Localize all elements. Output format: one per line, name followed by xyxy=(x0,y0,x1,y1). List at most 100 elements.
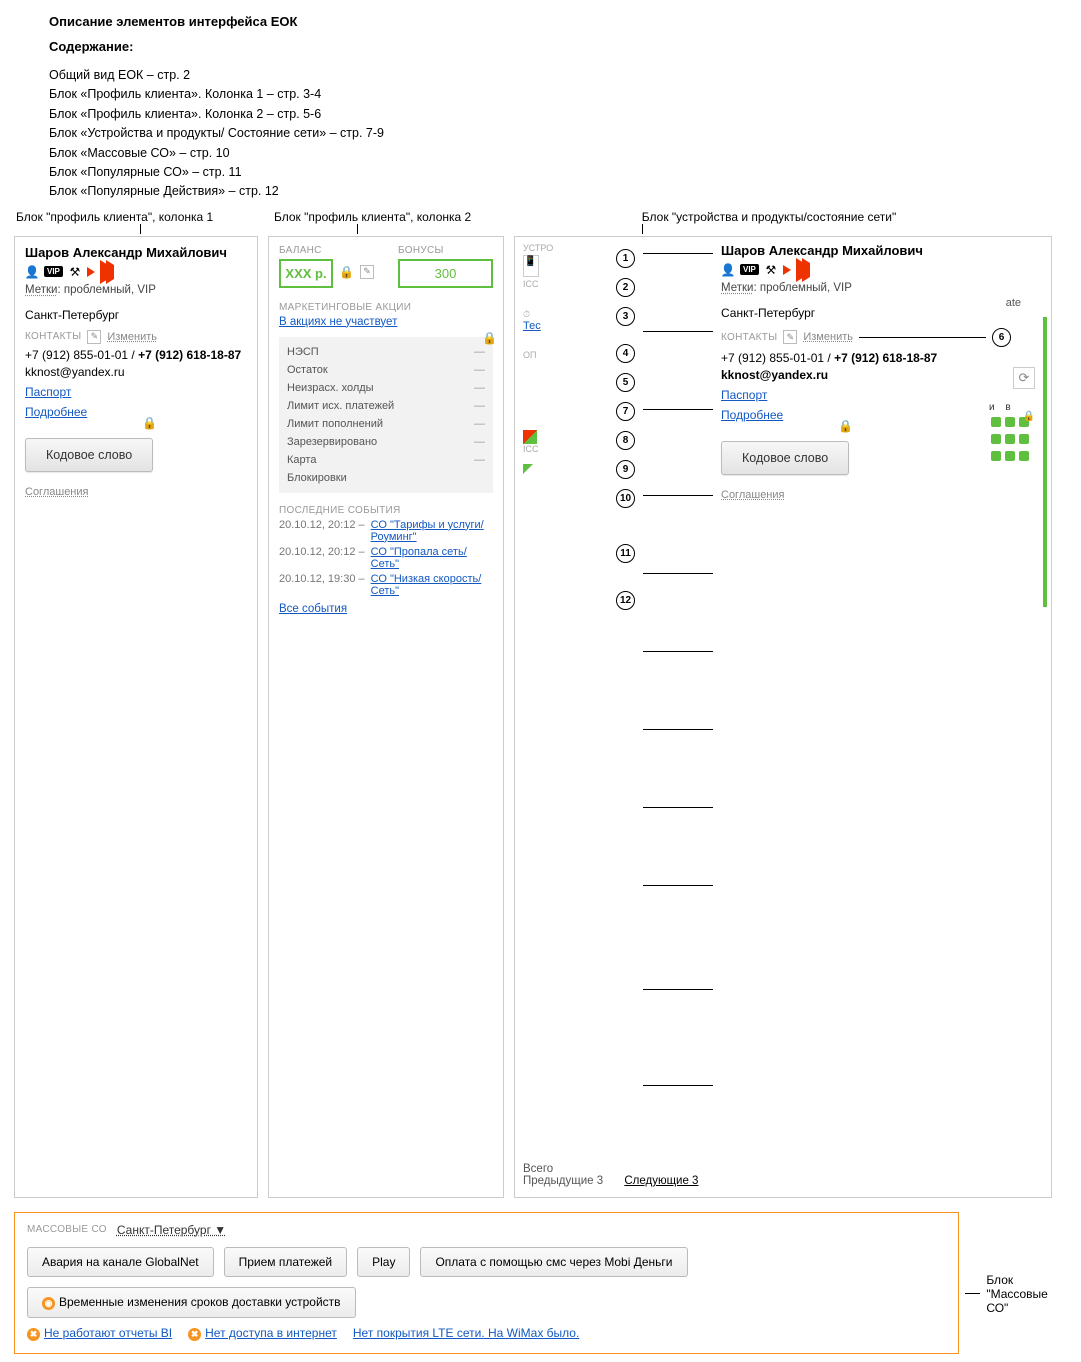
marker-1: 1 xyxy=(616,249,635,268)
toc-item: Блок «Профиль клиента». Колонка 1 – стр.… xyxy=(49,85,1067,104)
column-label-3: Блок "устройства и продукты/состояние се… xyxy=(524,210,924,224)
lock-icon: 🔒 xyxy=(339,265,354,279)
marker-3: 3 xyxy=(616,307,635,326)
mass-label: МАССОВЫЕ СО xyxy=(27,1224,107,1235)
client-city: Санкт-Петербург xyxy=(25,308,247,322)
mass-button[interactable]: ◉Временные изменения сроков доставки уст… xyxy=(27,1287,356,1318)
limit-row: НЭСП xyxy=(287,346,319,358)
vip-badge: VIP xyxy=(740,264,759,275)
edit-link[interactable]: Изменить xyxy=(107,331,157,343)
marker-2: 2 xyxy=(616,278,635,297)
limit-row: Блокировки xyxy=(287,472,347,484)
vip-badge: VIP xyxy=(44,266,63,277)
person-icon: 👤 xyxy=(25,266,39,278)
marker-5: 5 xyxy=(616,373,635,392)
client-email: kknost@yandex.ru xyxy=(25,365,247,379)
marketing-link[interactable]: В акциях не участвует xyxy=(279,316,397,328)
marker-7: 7 xyxy=(616,402,635,421)
forward-icon xyxy=(796,263,810,277)
edit-link[interactable]: Изменить xyxy=(803,331,853,343)
profile-card-col2: БАЛАНС XXX р. 🔒 ✎ БОНУСЫ 300 МАРКЕТИНГОВ… xyxy=(268,236,504,1198)
lock-icon: 🔒 xyxy=(482,331,497,345)
devices-card: ate ⟳ и в 🔒 УСТРО 📱 ICC ⏱ Тес ОП ICC xyxy=(514,236,1052,1198)
passport-link[interactable]: Паспорт xyxy=(25,385,71,399)
codeword-button[interactable]: Кодовое слово xyxy=(721,441,849,475)
mass-link[interactable]: Нет доступа в интернет xyxy=(205,1326,337,1340)
pencil-icon[interactable]: ✎ xyxy=(783,330,797,344)
warning-icon: ✖ xyxy=(188,1328,201,1341)
limits-box: 🔒 НЭСП— Остаток— Неизрасх. холды— Лимит … xyxy=(279,337,493,493)
mass-button[interactable]: Оплата с помощью смс через Mobi Деньги xyxy=(420,1247,687,1277)
marker-12: 12 xyxy=(616,591,635,610)
agreements-link[interactable]: Соглашения xyxy=(25,486,89,498)
status-grid: и в 🔒 xyxy=(989,402,1031,466)
toc-item: Блок «Популярные Действия» – стр. 12 xyxy=(49,182,1067,201)
limit-row: Лимит пополнений xyxy=(287,418,383,430)
mass-link[interactable]: Не работают отчеты BI xyxy=(44,1326,172,1340)
contents-heading: Содержание: xyxy=(49,39,1067,54)
play-icon xyxy=(87,267,95,277)
column-label-2: Блок "профиль клиента", колонка 2 xyxy=(274,210,524,224)
event-link[interactable]: СО "Тарифы и услуги/ Роуминг" xyxy=(371,519,493,543)
marker-9: 9 xyxy=(616,460,635,479)
icc-label-2: ICC xyxy=(523,444,593,454)
side-note-1: Блок xyxy=(986,1273,1067,1287)
ate-text: ate xyxy=(1006,297,1021,309)
bonus-label: БОНУСЫ xyxy=(398,245,493,256)
event-link[interactable]: СО "Пропала сеть/Сеть" xyxy=(371,546,493,570)
passport-link[interactable]: Паспорт xyxy=(721,388,767,402)
events-label: ПОСЛЕДНИЕ СОБЫТИЯ xyxy=(279,505,493,516)
pencil-icon[interactable]: ✎ xyxy=(87,330,101,344)
tags-value: проблемный, VIP xyxy=(760,282,852,294)
event-date: 20.10.12, 20:12 – xyxy=(279,519,365,543)
client-email-2: kknost@yandex.ru xyxy=(721,368,1011,382)
mass-button[interactable]: Прием платежей xyxy=(224,1247,347,1277)
mass-co-panel: МАССОВЫЕ СО Санкт-Петербург ▼ Авария на … xyxy=(14,1212,959,1354)
event-date: 20.10.12, 19:30 – xyxy=(279,573,365,597)
lock-icon: 🔒 xyxy=(838,419,853,433)
marker-4: 4 xyxy=(616,344,635,363)
mass-button[interactable]: Авария на канале GlobalNet xyxy=(27,1247,214,1277)
toc-item: Блок «Популярные СО» – стр. 11 xyxy=(49,163,1067,182)
contacts-label: КОНТАКТЫ xyxy=(25,331,81,342)
tags-value: проблемный, VIP xyxy=(64,284,156,296)
tags-label: Метки xyxy=(25,284,57,296)
tech-link[interactable]: Тес xyxy=(523,320,593,332)
event-link[interactable]: СО "Низкая скорость/Сеть" xyxy=(371,573,493,597)
doc-title: Описание элементов интерфейса ЕОК xyxy=(49,14,1067,29)
hammer-icon: ⚒ xyxy=(764,264,778,276)
marker-10: 10 xyxy=(616,489,635,508)
pencil-icon[interactable]: ✎ xyxy=(360,265,374,279)
client-city-2: Санкт-Петербург xyxy=(721,306,1011,320)
icc-label: ICC xyxy=(523,279,593,289)
agreements-link[interactable]: Соглашения xyxy=(721,489,785,501)
total-label: Всего xyxy=(523,1163,553,1175)
device-stub-column: УСТРО 📱 ICC ⏱ Тес ОП ICC xyxy=(523,243,593,1155)
phone-1: +7 (912) 855-01-01 / xyxy=(721,351,831,365)
more-link[interactable]: Подробнее xyxy=(25,405,87,419)
phone-2: +7 (912) 618-18-87 xyxy=(834,351,937,365)
refresh-button[interactable]: ⟳ xyxy=(1013,367,1035,389)
opl-label: ОП xyxy=(523,350,593,360)
mass-city-dropdown[interactable]: Санкт-Петербург ▼ xyxy=(117,1223,226,1237)
toc-item: Общий вид ЕОК – стр. 2 xyxy=(49,66,1067,85)
toc-item: Блок «Устройства и продукты/ Состояние с… xyxy=(49,124,1067,143)
event-date: 20.10.12, 20:12 – xyxy=(279,546,365,570)
marker-8: 8 xyxy=(616,431,635,450)
limit-row: Остаток xyxy=(287,364,328,376)
warning-icon: ◉ xyxy=(42,1297,55,1310)
next-link[interactable]: Следующие 3 xyxy=(624,1175,698,1187)
mass-link[interactable]: Нет покрытия LTE сети. На WiMax было. xyxy=(353,1326,579,1341)
limit-row: Зарезервировано xyxy=(287,436,377,448)
side-note-2: "Массовые СО" xyxy=(986,1287,1067,1315)
mass-button[interactable]: Play xyxy=(357,1247,410,1277)
marker-11: 11 xyxy=(616,544,635,563)
bonus-value: 300 xyxy=(398,259,493,288)
person-icon: 👤 xyxy=(721,264,735,276)
all-events-link[interactable]: Все события xyxy=(279,603,347,615)
more-link[interactable]: Подробнее xyxy=(721,408,783,422)
codeword-button[interactable]: Кодовое слово xyxy=(25,438,153,472)
marker-6: 6 xyxy=(992,328,1011,347)
table-of-contents: Общий вид ЕОК – стр. 2 Блок «Профиль кли… xyxy=(49,66,1067,202)
prev-link[interactable]: Предыдущие 3 xyxy=(523,1175,603,1187)
